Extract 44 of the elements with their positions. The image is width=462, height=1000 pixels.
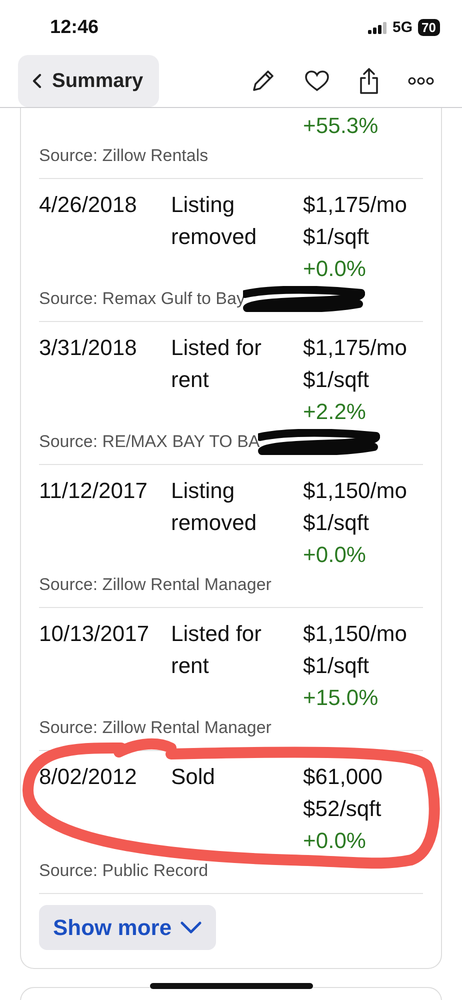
- event-price: $1,175/mo: [303, 191, 408, 219]
- source-label: Source: Remax Gulf to Bay: [39, 288, 245, 310]
- network-label: 5G: [392, 19, 413, 36]
- event-price: $61,000: [303, 763, 384, 791]
- event-type: Listing removed: [171, 477, 258, 537]
- share-icon[interactable]: [358, 67, 380, 95]
- source-label: Source: RE/MAX BAY TO BA: [39, 431, 260, 453]
- chevron-down-icon: [180, 921, 202, 934]
- price-change: +2.2%: [303, 398, 367, 426]
- event-date: 10/13/2017: [39, 620, 150, 648]
- source-label: Source: Zillow Rental Manager: [39, 574, 272, 596]
- heart-icon[interactable]: [304, 69, 330, 93]
- price-change: +15.0%: [303, 684, 380, 712]
- source-label: Source: Zillow Rentals: [39, 145, 210, 167]
- price-per-sqft: $1/sqft: [303, 509, 370, 537]
- price-change: +0.0%: [303, 541, 367, 569]
- event-type: Listed for rent: [171, 620, 262, 680]
- price-change: +0.0%: [303, 255, 367, 283]
- price-change: +0.0%: [303, 827, 367, 855]
- event-price: $1,150/mo: [303, 620, 408, 648]
- event-date: 11/12/2017: [39, 477, 148, 505]
- source-label: Source: Zillow Rental Manager: [39, 717, 272, 739]
- price-per-sqft: $1/sqft: [303, 652, 370, 680]
- price-per-sqft: $1/sqft: [303, 366, 370, 394]
- event-date: 4/26/2018: [39, 191, 138, 219]
- status-time: 12:46: [50, 16, 99, 38]
- source-label: Source: Public Record: [39, 860, 208, 882]
- more-icon[interactable]: [408, 77, 434, 85]
- battery-indicator: 70: [418, 19, 440, 36]
- event-date: 3/31/2018: [39, 334, 138, 362]
- pencil-icon[interactable]: [250, 68, 276, 94]
- event-price: $1,150/mo: [303, 477, 408, 505]
- event-type: Sold: [171, 763, 216, 791]
- event-price: $1,175/mo: [303, 334, 408, 362]
- price-per-sqft: $52/sqft: [303, 795, 382, 823]
- signal-icon: [368, 22, 388, 34]
- price-per-sqft: $1/sqft: [303, 223, 370, 251]
- back-button[interactable]: Summary: [18, 55, 160, 107]
- show-more-button[interactable]: Show more: [39, 905, 216, 950]
- event-date: 8/02/2012: [39, 763, 138, 791]
- chevron-left-icon: [32, 73, 42, 89]
- event-type: Listing removed: [171, 191, 258, 251]
- event-type: Listed for rent: [171, 334, 262, 394]
- price-change: +55.3%: [303, 112, 380, 140]
